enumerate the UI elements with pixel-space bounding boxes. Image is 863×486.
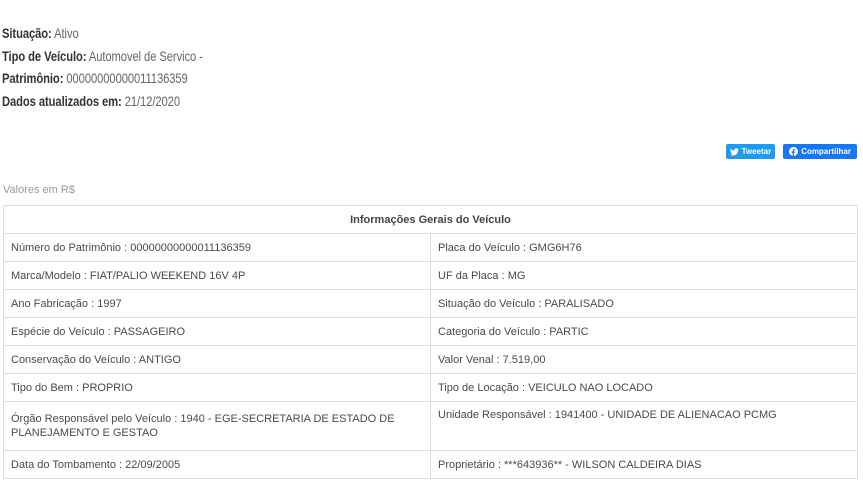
table-cell: Proprietário : ***643936** - WILSON CALD… — [430, 450, 858, 479]
table-row: Número do Patrimônio : 00000000000011136… — [3, 233, 858, 262]
table-row: Marca/Modelo : FIAT/PALIO WEEKEND 16V 4P… — [3, 261, 858, 290]
patrimony-line: Patrimônio: 00000000000011136359 — [2, 67, 203, 90]
table-cell: Categoria do Veículo : PARTIC — [430, 317, 858, 346]
vehicle-type-label: Tipo de Veículo: — [2, 47, 87, 64]
table-cell: Número do Patrimônio : 00000000000011136… — [3, 233, 431, 262]
values-note: Valores em R$ — [3, 184, 75, 196]
table-cell: Espécie do Veículo : PASSAGEIRO — [3, 317, 431, 346]
vehicle-type-line: Tipo de Veículo: Automovel de Servico - — [2, 45, 203, 68]
table-cell: Placa do Veículo : GMG6H76 — [430, 233, 858, 262]
table-cell: Órgão Responsável pelo Veículo : 1940 - … — [3, 401, 431, 451]
table-cell: Conservação do Veículo : ANTIGO — [3, 345, 431, 374]
updated-line: Dados atualizados em: 21/12/2020 — [2, 90, 203, 113]
vehicle-info-table: Informações Gerais do Veículo Número do … — [3, 205, 858, 479]
facebook-icon — [789, 147, 799, 156]
table-cell: Unidade Responsável : 1941400 - UNIDADE … — [430, 401, 858, 451]
updated-label: Dados atualizados em: — [2, 92, 122, 109]
table-cell: Situação do Veículo : PARALISADO — [430, 289, 858, 318]
patrimony-value: 00000000000011136359 — [66, 70, 188, 86]
vehicle-summary: Situação: Ativo Tipo de Veículo: Automov… — [2, 22, 253, 112]
table-row: Data do Tombamento : 22/09/2005 Propriet… — [3, 450, 858, 479]
table-cell: Tipo do Bem : PROPRIO — [3, 373, 431, 402]
table-row: Tipo do Bem : PROPRIO Tipo de Locação : … — [3, 373, 858, 402]
table-row: Órgão Responsável pelo Veículo : 1940 - … — [3, 401, 858, 451]
share-bar: Tweetar Compartilhar — [725, 144, 857, 159]
table-row: Conservação do Veículo : ANTIGO Valor Ve… — [3, 345, 858, 374]
table-row: Ano Fabricação : 1997 Situação do Veícul… — [3, 289, 858, 318]
share-label: Compartilhar — [801, 147, 851, 156]
table-cell: Data do Tombamento : 22/09/2005 — [3, 450, 431, 479]
twitter-bird-icon — [729, 147, 739, 156]
facebook-share-button[interactable]: Compartilhar — [783, 144, 857, 159]
table-cell: Valor Venal : 7.519,00 — [430, 345, 858, 374]
table-row: Espécie do Veículo : PASSAGEIRO Categori… — [3, 317, 858, 346]
table-cell: UF da Placa : MG — [430, 261, 858, 290]
tweet-label: Tweetar — [741, 147, 772, 156]
table-cell: Marca/Modelo : FIAT/PALIO WEEKEND 16V 4P — [3, 261, 431, 290]
status-label: Situação: — [2, 25, 52, 41]
status-value: Ativo — [54, 25, 79, 41]
patrimony-label: Patrimônio: — [2, 70, 64, 86]
tweet-button[interactable]: Tweetar — [725, 144, 776, 159]
table-cell: Ano Fabricação : 1997 — [3, 289, 431, 318]
updated-value: 21/12/2020 — [124, 92, 180, 109]
status-line: Situação: Ativo — [2, 22, 203, 45]
table-header-row: Informações Gerais do Veículo — [3, 205, 858, 234]
vehicle-type-value: Automovel de Servico - — [88, 47, 203, 64]
table-cell: Tipo de Locação : VEICULO NAO LOCADO — [430, 373, 858, 402]
table-title: Informações Gerais do Veículo — [3, 205, 858, 234]
